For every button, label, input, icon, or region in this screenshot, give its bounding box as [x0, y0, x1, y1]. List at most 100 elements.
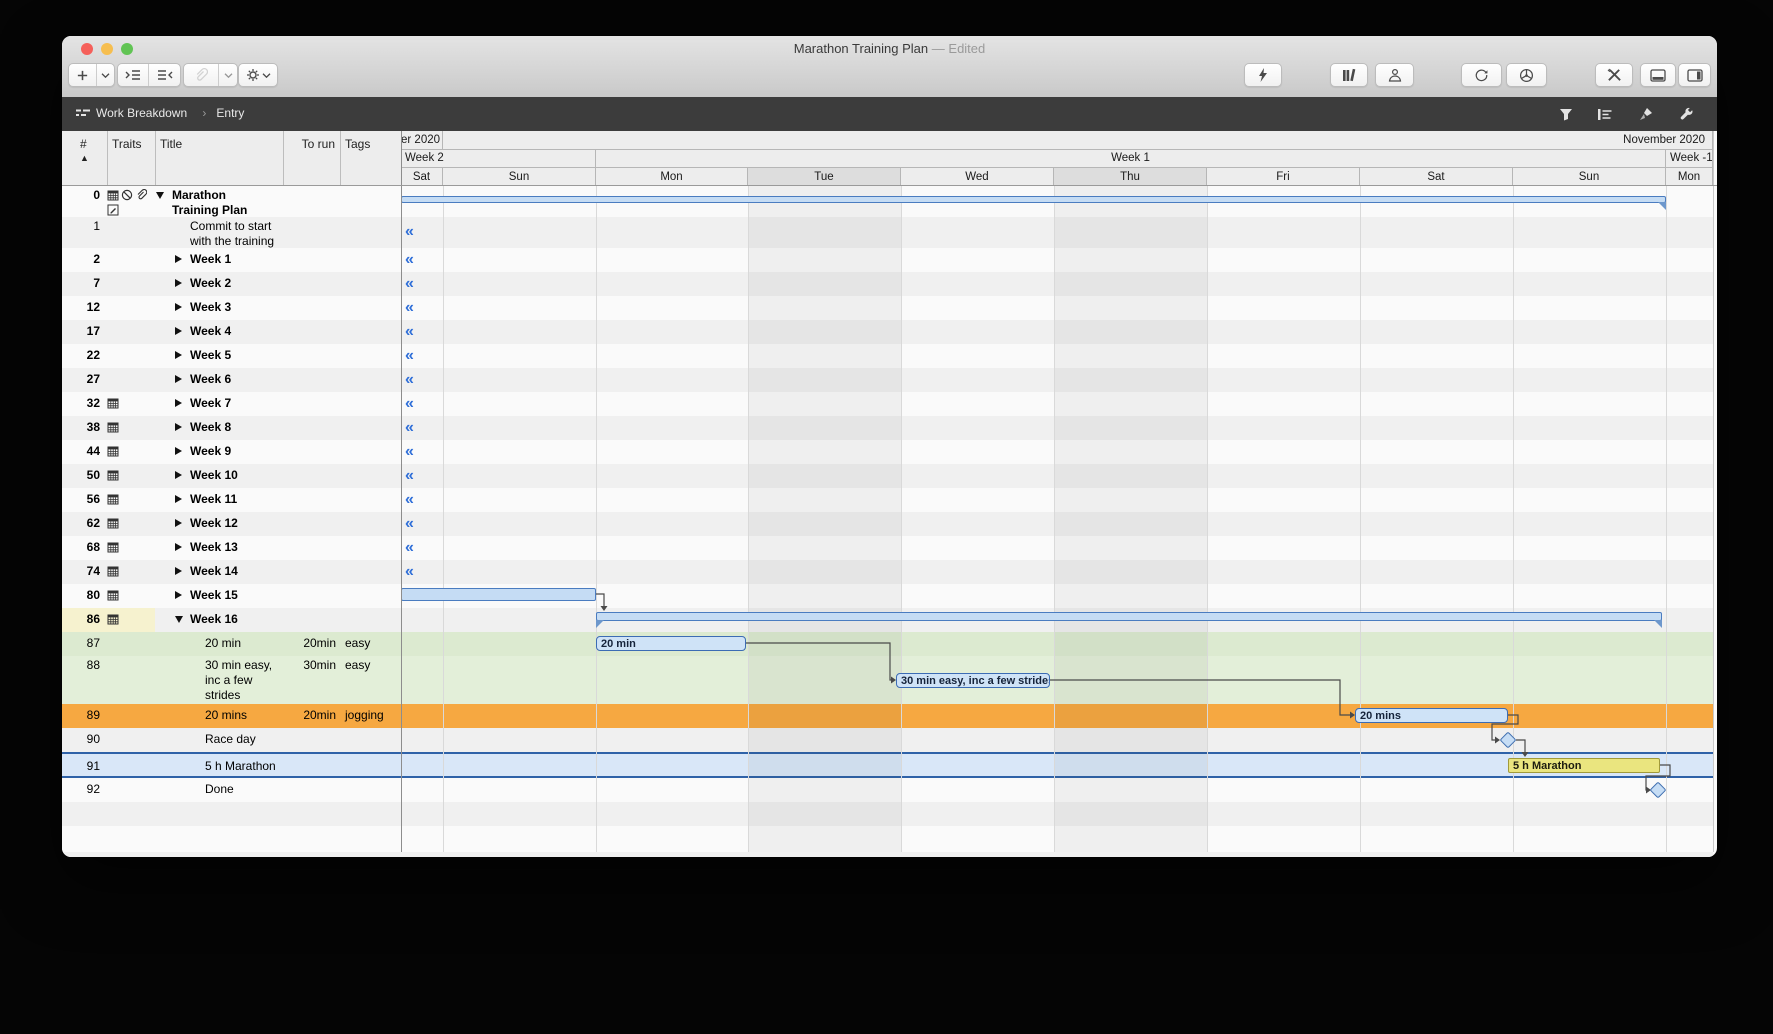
task-bar[interactable]: 30 min easy, inc a few strides [896, 673, 1050, 688]
scrolled-offscreen-indicator[interactable]: « [405, 539, 414, 557]
expand-arrow[interactable] [175, 255, 182, 263]
gantt-day-header: Wed [901, 167, 1054, 186]
plus-button[interactable] [69, 64, 96, 86]
panel-bottom-icon [1641, 64, 1675, 86]
link-button[interactable] [184, 64, 218, 86]
bar-label: 20 min [601, 638, 636, 650]
row-number: 62 [62, 516, 100, 531]
breadcrumb-separator: › [202, 106, 206, 120]
outdent-button[interactable] [148, 64, 180, 86]
expand-arrow[interactable] [175, 471, 182, 479]
marathon-task-bar[interactable]: 5 h Marathon [1508, 758, 1660, 773]
gear-button[interactable] [239, 64, 277, 86]
row-number: 89 [62, 708, 100, 723]
row-number: 2 [62, 252, 100, 267]
expand-arrow[interactable] [175, 591, 182, 599]
scrolled-offscreen-indicator[interactable]: « [405, 443, 414, 461]
gantt-week-header: Week 1 [596, 149, 1666, 167]
gantt-day-header-label: Sun [443, 171, 595, 183]
column-header-title[interactable]: Title [160, 137, 182, 151]
calendar-icon [107, 469, 119, 484]
scrolled-offscreen-indicator[interactable]: « [405, 563, 414, 581]
style-brush-icon[interactable] [1636, 105, 1654, 123]
task-bar[interactable] [401, 588, 596, 601]
breadcrumb-item[interactable]: Entry [216, 106, 244, 120]
lightning-icon [1245, 64, 1281, 86]
expand-arrow[interactable] [175, 375, 182, 383]
row-number: 56 [62, 492, 100, 507]
expand-arrow[interactable] [175, 351, 182, 359]
expand-arrow[interactable] [175, 423, 182, 431]
day-gridline [1054, 186, 1055, 852]
project-summary-bar[interactable] [401, 196, 1666, 203]
scrolled-offscreen-indicator[interactable]: « [405, 323, 414, 341]
lightning-button[interactable] [1244, 63, 1282, 87]
column-header-to-run[interactable]: To run [283, 137, 335, 151]
column-header-traits[interactable]: Traits [112, 137, 142, 151]
expand-arrow[interactable] [175, 495, 182, 503]
task-bar[interactable]: 20 min [596, 636, 746, 651]
task-title: Week 10 [190, 468, 238, 483]
collapse-arrow[interactable] [156, 192, 164, 199]
chevron-down-button[interactable] [218, 64, 237, 86]
expand-arrow[interactable] [175, 327, 182, 335]
task-title: 5 h Marathon [205, 759, 276, 774]
header-bottom-rule [62, 185, 1717, 186]
bar-label: 30 min easy, inc a few strides [901, 675, 1050, 687]
sync-button[interactable] [1461, 63, 1502, 87]
nonworking-day-shading [1054, 186, 1207, 852]
breadcrumb-item[interactable]: Work Breakdown [96, 106, 187, 120]
day-gridline [1207, 186, 1208, 852]
library-button[interactable] [1330, 63, 1368, 87]
column-header-tags[interactable]: Tags [345, 137, 370, 151]
expand-arrow[interactable] [175, 519, 182, 527]
gantt-day-header: Mon [596, 167, 748, 186]
scrolled-offscreen-indicator[interactable]: « [405, 371, 414, 389]
calendar-icon [107, 517, 119, 532]
scrolled-offscreen-indicator[interactable]: « [405, 299, 414, 317]
scrolled-offscreen-indicator[interactable]: « [405, 223, 414, 241]
table-header-divider [107, 131, 108, 186]
scrolled-offscreen-indicator[interactable]: « [405, 251, 414, 269]
scrolled-offscreen-indicator[interactable]: « [405, 347, 414, 365]
scrolled-offscreen-indicator[interactable]: « [405, 419, 414, 437]
panel-right-button[interactable] [1678, 63, 1711, 87]
inspector-wrench-icon[interactable] [1678, 105, 1696, 123]
group-summary-bar[interactable] [596, 612, 1662, 621]
indent-icon [125, 69, 141, 81]
scrolled-offscreen-indicator[interactable]: « [405, 395, 414, 413]
tag-value: jogging [345, 708, 384, 723]
task-title: Week 14 [190, 564, 238, 579]
table-gantt-splitter[interactable] [401, 131, 402, 852]
task-bar[interactable]: 20 mins [1355, 708, 1508, 723]
view-options-icon[interactable] [1595, 105, 1613, 123]
collapse-arrow[interactable] [175, 616, 183, 623]
indent-button[interactable] [118, 64, 148, 86]
tools-button[interactable] [1595, 63, 1633, 87]
expand-arrow[interactable] [175, 279, 182, 287]
view-breadcrumb-bar: Work Breakdown › Entry [62, 97, 1717, 131]
filter-icon[interactable] [1557, 105, 1575, 123]
expand-arrow[interactable] [175, 543, 182, 551]
calendar-icon [107, 613, 119, 628]
scrolled-offscreen-indicator[interactable]: « [405, 491, 414, 509]
expand-arrow[interactable] [175, 399, 182, 407]
summary-cap-right [1654, 620, 1662, 628]
network-button[interactable] [1506, 63, 1547, 87]
row-number: 86 [62, 612, 100, 627]
network-icon [1507, 64, 1546, 86]
sort-indicator[interactable]: ▲ [80, 153, 89, 163]
scrolled-offscreen-indicator[interactable]: « [405, 467, 414, 485]
day-gridline [748, 186, 749, 852]
scrolled-offscreen-indicator[interactable]: « [405, 515, 414, 533]
calendar-icon [107, 565, 119, 580]
expand-arrow[interactable] [175, 447, 182, 455]
scrolled-offscreen-indicator[interactable]: « [405, 275, 414, 293]
expand-arrow[interactable] [175, 567, 182, 575]
task-title: 30 min easy,inc a fewstrides [205, 658, 272, 703]
expand-arrow[interactable] [175, 303, 182, 311]
panel-bottom-button[interactable] [1640, 63, 1676, 87]
chevron-down-button[interactable] [96, 64, 114, 86]
column-header-number[interactable]: # [80, 137, 87, 151]
resources-person-button[interactable] [1375, 63, 1414, 87]
